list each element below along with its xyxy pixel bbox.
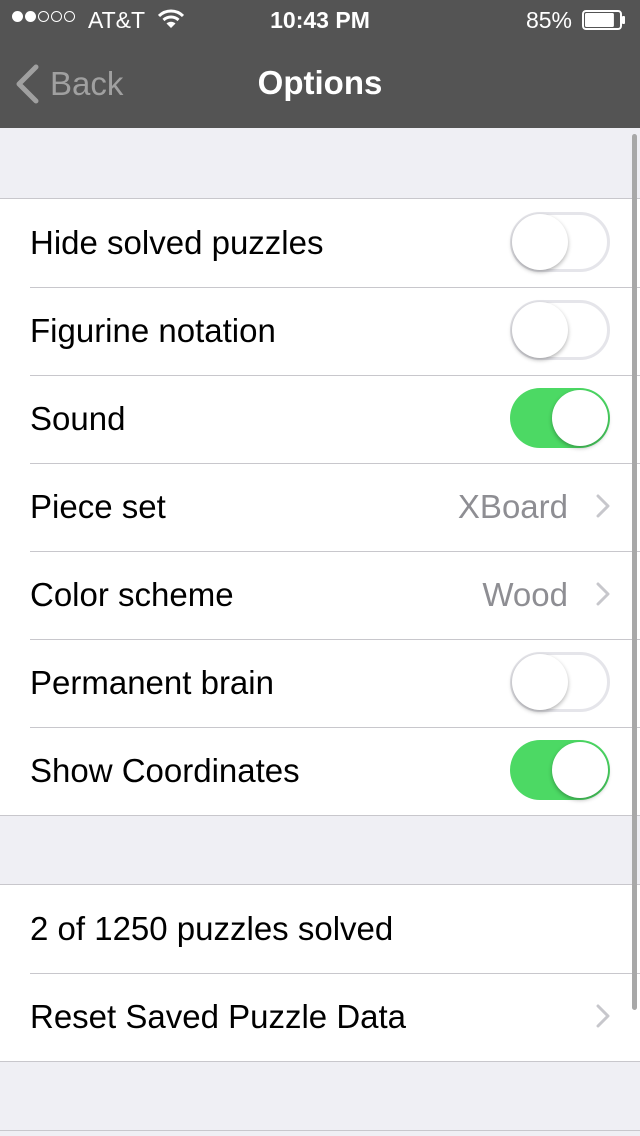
scroll-indicator	[632, 134, 637, 1010]
option-row-piece-set[interactable]: Piece set XBoard	[0, 463, 640, 551]
option-row-sound: Sound	[0, 375, 640, 463]
battery-icon	[582, 10, 625, 30]
figurine-notation-toggle[interactable]	[510, 300, 610, 360]
piece-set-value: XBoard	[457, 488, 568, 525]
option-label: Permanent brain	[30, 664, 274, 701]
chevron-right-icon	[596, 1004, 610, 1028]
sound-toggle[interactable]	[510, 388, 610, 448]
option-row-figurine-notation: Figurine notation	[0, 287, 640, 375]
puzzle-data-section: 2 of 1250 puzzles solved Reset Saved Puz…	[0, 884, 640, 1062]
chevron-right-icon	[596, 582, 610, 606]
reset-puzzle-data-label: Reset Saved Puzzle Data	[30, 998, 407, 1035]
navigation-bar: Back Options	[0, 40, 640, 128]
option-row-permanent-brain: Permanent brain	[0, 639, 640, 727]
reset-puzzle-data-row[interactable]: Reset Saved Puzzle Data	[0, 973, 640, 1061]
toggle-knob	[552, 390, 608, 446]
status-bar: AT&T 10:43 PM 85%	[0, 0, 640, 40]
color-scheme-value: Wood	[482, 576, 568, 613]
toggle-knob	[552, 742, 608, 798]
option-label: Hide solved puzzles	[30, 224, 324, 261]
hide-solved-toggle[interactable]	[510, 212, 610, 272]
option-row-show-coordinates: Show Coordinates	[0, 727, 640, 815]
chevron-right-icon	[596, 494, 610, 518]
option-label: Color scheme	[30, 576, 234, 613]
page-title: Options	[257, 64, 383, 101]
toggle-knob	[512, 302, 568, 358]
option-label: Figurine notation	[30, 312, 276, 349]
option-row-hide-solved: Hide solved puzzles	[0, 199, 640, 287]
permanent-brain-toggle[interactable]	[510, 652, 610, 712]
solved-count-text: 2 of 1250 puzzles solved	[30, 910, 394, 947]
top-bar: AT&T 10:43 PM 85% Back Options	[0, 0, 640, 128]
options-section: Hide solved puzzles Figurine notation So…	[0, 198, 640, 816]
option-label: Sound	[30, 400, 126, 437]
divider	[0, 1130, 640, 1131]
option-label: Piece set	[30, 488, 166, 525]
show-coordinates-toggle[interactable]	[510, 740, 610, 800]
option-label: Show Coordinates	[30, 752, 300, 789]
battery-percentage: 85%	[525, 7, 572, 33]
option-row-color-scheme[interactable]: Color scheme Wood	[0, 551, 640, 639]
toggle-knob	[512, 214, 568, 270]
toggle-knob	[512, 654, 568, 710]
solved-count-row: 2 of 1250 puzzles solved	[0, 885, 640, 973]
